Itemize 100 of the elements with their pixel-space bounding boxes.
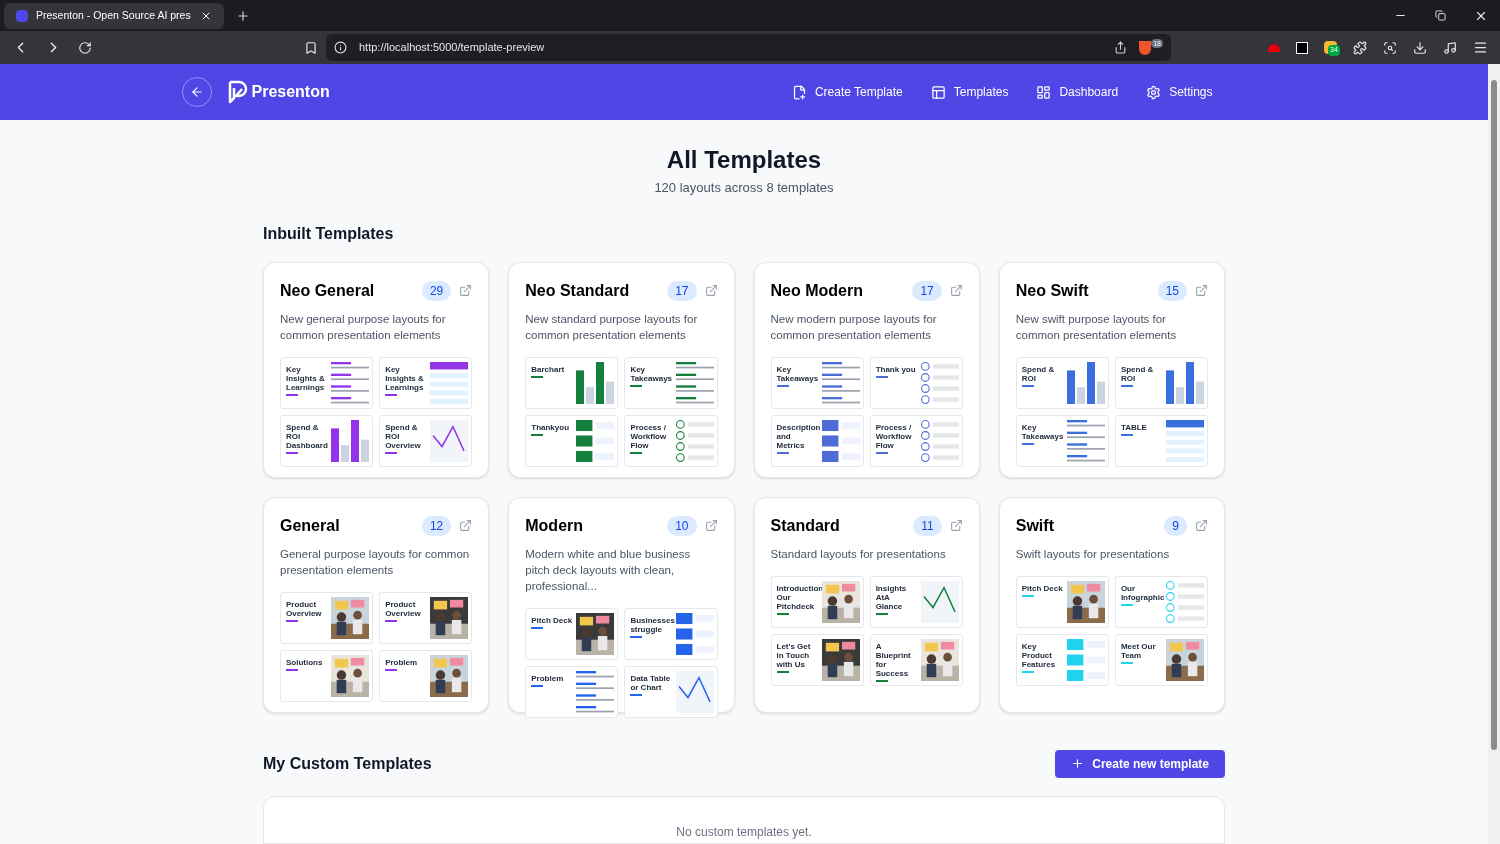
- template-name: General: [280, 515, 340, 536]
- slide-thumbnail[interactable]: Key Takeaways: [624, 356, 718, 409]
- slide-thumbnail[interactable]: Meet Our Team: [1114, 633, 1208, 686]
- slide-thumbnail[interactable]: Description and Metrics: [770, 414, 864, 467]
- puzzle-icon[interactable]: [1353, 40, 1367, 55]
- slide-title: Key Takeaways: [776, 364, 818, 383]
- external-link-icon[interactable]: [704, 284, 718, 297]
- brand-name: Presenton: [251, 82, 330, 102]
- slide-thumbnail[interactable]: Spend & ROI: [1015, 356, 1109, 409]
- template-description: Modern white and blue business pitch deck layouts with clean, professional...: [525, 546, 692, 594]
- music-icon[interactable]: [1443, 40, 1457, 55]
- slide-title: Key Takeaways: [630, 364, 672, 383]
- slide-title: Our Infographic: [1120, 583, 1162, 602]
- external-link-icon[interactable]: [949, 284, 963, 297]
- template-card[interactable]: Neo Swift 15 New swift purpose layouts for common presentation elements Spend & ROI Spend & ROI Key Takeaways TABLE: [998, 261, 1225, 478]
- slide-title: Spend & ROI: [1021, 364, 1056, 383]
- page-title: All Templates: [665, 145, 823, 175]
- template-card[interactable]: General 12 General purpose layouts for common presentation elements Product Overview Product Overview Solutions Problem: [263, 496, 490, 713]
- slide-title: Spend & ROI Dashboard: [286, 422, 328, 450]
- favicon-icon: [16, 9, 28, 22]
- slide-thumbnail[interactable]: Barchart: [525, 356, 619, 409]
- external-link-icon[interactable]: [459, 284, 473, 297]
- external-link-icon[interactable]: [1195, 284, 1208, 297]
- slide-thumbnail[interactable]: Introduction Our Pitchdeck: [770, 575, 864, 628]
- slide-thumbnail[interactable]: Pitch Deck: [1015, 575, 1109, 628]
- slide-title: Problem: [531, 673, 565, 683]
- scrollbar[interactable]: [1488, 64, 1500, 844]
- browser-tab[interactable]: Presenton - Open Source AI pres: [4, 2, 224, 29]
- slide-title: Barchart: [531, 364, 566, 374]
- external-link-icon[interactable]: [459, 519, 473, 532]
- slide-thumbnail[interactable]: Let's Get in Touch with Us: [770, 633, 864, 686]
- slide-thumbnail[interactable]: Key Insights & Learnings: [280, 356, 374, 409]
- steps-drawing: [920, 419, 959, 462]
- download-icon[interactable]: [1413, 40, 1427, 55]
- template-card[interactable]: Standard 11 Standard layouts for presentations Introduction Our Pitchdeck Insights AtA Glance Let's Get in Touch with Us A Blueprint for Success: [753, 496, 980, 713]
- slide-thumbnail[interactable]: Problem: [525, 665, 619, 718]
- slide-thumbnail[interactable]: Process / Workflow Flow: [624, 414, 718, 467]
- bar-chart-drawing: [1166, 361, 1204, 404]
- extension-icon[interactable]: [1268, 43, 1280, 52]
- external-link-icon[interactable]: [1195, 519, 1208, 532]
- nav-link[interactable]: Dashboard: [1036, 83, 1119, 101]
- slide-title: TABLE: [1120, 422, 1148, 432]
- slide-thumbnail[interactable]: Data Table or Chart: [624, 665, 718, 718]
- slide-thumbnail[interactable]: Businesses struggle: [624, 607, 718, 660]
- slide-thumbnail[interactable]: Thank you: [869, 356, 963, 409]
- template-name: Modern: [525, 515, 584, 536]
- slide-thumbnail[interactable]: Problem: [379, 649, 473, 702]
- slide-thumbnail[interactable]: Thankyou: [525, 414, 619, 467]
- logo-icon: [227, 80, 248, 104]
- template-card[interactable]: Neo Modern 17 New modern purpose layouts for common presentation elements Key Takeaways Thank you Description and Metrics Process / Workflow Flow: [753, 261, 980, 478]
- external-link-icon[interactable]: [704, 519, 718, 532]
- reload-icon[interactable]: [78, 40, 92, 55]
- slide-title: Process / Workflow Flow: [630, 422, 668, 450]
- new-tab-icon[interactable]: [236, 8, 250, 23]
- slide-thumbnail[interactable]: Product Overview: [379, 591, 473, 644]
- slide-thumbnail[interactable]: Insights AtA Glance: [869, 575, 963, 628]
- slide-thumbnail[interactable]: Our Infographic: [1114, 575, 1208, 628]
- slide-thumbnail[interactable]: Solutions: [280, 649, 374, 702]
- bookmark-icon[interactable]: [304, 40, 318, 55]
- slide-thumbnail[interactable]: Product Overview: [280, 591, 374, 644]
- slide-thumbnail[interactable]: TABLE: [1114, 414, 1208, 467]
- list-drawing: [675, 361, 714, 404]
- slide-thumbnail[interactable]: Key Takeaways: [1015, 414, 1109, 467]
- layout-count: 17: [667, 280, 697, 301]
- menu-icon[interactable]: [1473, 40, 1488, 55]
- external-link-icon[interactable]: [949, 519, 963, 532]
- settings-icon: [1146, 84, 1162, 100]
- template-name: Neo Standard: [525, 280, 630, 301]
- restore-icon[interactable]: [1435, 10, 1446, 21]
- screenshot-icon[interactable]: [1383, 40, 1397, 55]
- line-chart-drawing: [430, 419, 469, 462]
- slide-thumbnail[interactable]: Key Insights & Learnings: [379, 356, 473, 409]
- create-template-button[interactable]: Create new template: [1055, 749, 1225, 778]
- slide-thumbnail[interactable]: Spend & ROI Dashboard: [280, 414, 374, 467]
- slide-thumbnail[interactable]: Pitch Deck: [525, 607, 619, 660]
- slide-thumbnail[interactable]: Key Takeaways: [770, 356, 864, 409]
- slide-title: Data Table or Chart: [630, 673, 672, 692]
- slide-thumbnail[interactable]: A Blueprint for Success: [869, 633, 963, 686]
- slide-thumbnail[interactable]: Process / Workflow Flow: [869, 414, 963, 467]
- cards-drawing: [675, 612, 714, 655]
- layout-count: 29: [421, 280, 452, 301]
- slide-title: Spend & ROI Overview: [385, 422, 422, 450]
- section-heading: Inbuilt Templates: [263, 223, 395, 244]
- slide-thumbnail[interactable]: Spend & ROI: [1114, 356, 1208, 409]
- slide-thumbnail[interactable]: Spend & ROI Overview: [379, 414, 473, 467]
- layout-count: 11: [913, 515, 942, 536]
- share-icon[interactable]: [1114, 41, 1128, 54]
- cards-drawing: [821, 419, 860, 462]
- template-name: Neo General: [280, 280, 375, 301]
- nav-link[interactable]: Templates: [930, 83, 1009, 101]
- nav-link[interactable]: Settings: [1146, 83, 1213, 101]
- template-name: Neo Swift: [1015, 280, 1089, 301]
- slide-title: Problem: [385, 657, 419, 667]
- slide-title: Key Product Features: [1021, 641, 1057, 669]
- template-card[interactable]: Swift 9 Swift layouts for presentations Pitch Deck Our Infographic Key Product Features Meet Our Team: [998, 496, 1225, 713]
- nav-link[interactable]: Create Template: [791, 83, 903, 101]
- template-card[interactable]: Neo Standard 17 New standard purpose layouts for common presentation elements Barchart Key Takeaways Thankyou Process / Workflow Flow: [508, 261, 735, 478]
- slide-thumbnail[interactable]: Key Product Features: [1015, 633, 1109, 686]
- template-card[interactable]: Neo General 29 New general purpose layouts for common presentation elements Key Insights & Learnings Key Insights & Learnings Spend & ROI Dashboard Spend & ROI Overview: [263, 261, 490, 478]
- shield-icon[interactable]: [1139, 40, 1152, 55]
